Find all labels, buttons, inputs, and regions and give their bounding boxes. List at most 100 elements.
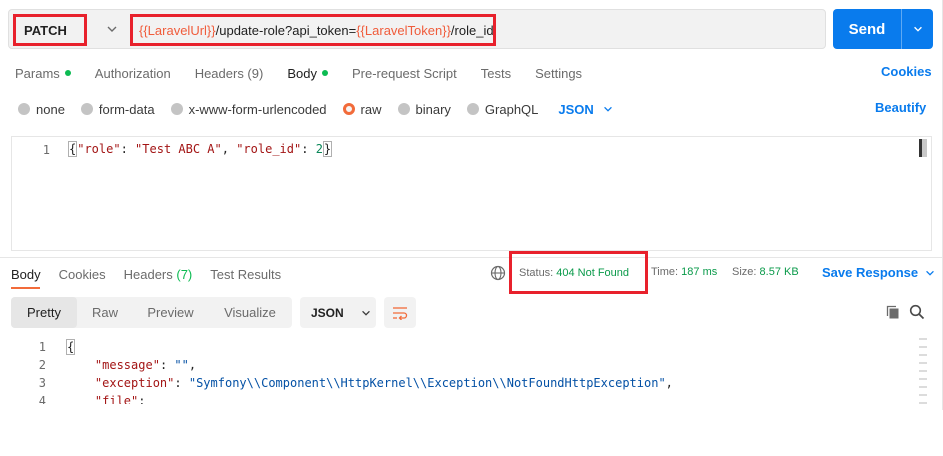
method-select[interactable]: PATCH (13, 14, 87, 46)
response-tab-cookies[interactable]: Cookies (59, 267, 106, 282)
tab-label: Authorization (94, 65, 171, 81)
radio-button[interactable] (18, 103, 30, 115)
tab-label: Body (11, 266, 41, 282)
code-token: "" (174, 358, 189, 372)
method-label: PATCH (24, 22, 67, 38)
code-token: { (66, 339, 76, 355)
response-tab-body[interactable]: Body (11, 267, 41, 282)
url-variable: {{LaravelToken}} (356, 22, 451, 38)
code-line: {"role": "Test ABC A", "role_id": 2} (68, 141, 333, 157)
editor-scrollbar[interactable] (919, 139, 927, 157)
tab-authorization[interactable]: Authorization (95, 64, 171, 82)
code-token: : (174, 376, 189, 390)
response-time: Time: 187 ms (651, 266, 717, 278)
globe-icon[interactable] (490, 265, 506, 281)
radio-button[interactable] (342, 103, 355, 115)
body-type-options: none form-data x-www-form-urlencoded raw bin… (18, 100, 614, 118)
body-format-label: JSON (558, 101, 594, 117)
code-token: "role" (77, 142, 121, 156)
tab-tests[interactable]: Tests (481, 64, 511, 82)
code-token: { (68, 141, 78, 157)
body-type-none[interactable]: none (18, 102, 65, 117)
chevron-down-icon (603, 106, 612, 112)
tab-label: Body (287, 65, 317, 81)
request-tabs: Params Authorization Headers (9) Body Pre-re… (15, 64, 606, 82)
url-input[interactable]: {{LaravelUrl}}/update-role?api_token= {{L… (130, 14, 496, 46)
body-type-raw[interactable]: raw (342, 101, 382, 117)
response-tab-test-results[interactable]: Test Results (210, 267, 281, 282)
radio-label: none (36, 101, 65, 117)
save-response-button[interactable]: Save Response (822, 265, 936, 280)
view-raw[interactable]: Raw (77, 297, 133, 328)
copy-icon[interactable] (885, 304, 901, 320)
code-token: "Test ABC A" (135, 142, 222, 156)
tab-settings[interactable]: Settings (535, 64, 582, 82)
body-type-x-www-form-urlencoded[interactable]: x-www-form-urlencoded (170, 101, 327, 117)
send-label: Send (848, 20, 886, 38)
line-number: 2 (38, 358, 46, 372)
line-code: "exception": "Symfony\\Component\\HttpKe… (66, 376, 673, 390)
radio-button[interactable] (170, 103, 183, 115)
status-dot-icon (64, 70, 71, 76)
body-type-form-data[interactable]: form-data (80, 102, 155, 117)
response-tabs: Body Cookies Headers (7) Test Results (11, 265, 299, 283)
code-token: , (221, 142, 237, 156)
tab-label: Headers (123, 266, 173, 282)
response-body[interactable]: 1 {2 "message": "", 3 "exception": "Symfon… (0, 338, 933, 404)
tab-label: Test Results (210, 266, 282, 282)
active-tab-indicator (11, 287, 40, 289)
size-label: Size: (732, 266, 757, 278)
body-type-graphql[interactable]: GraphQL (466, 101, 539, 117)
send-options-chevron-icon[interactable] (902, 23, 933, 35)
line-number: 1 (38, 340, 46, 354)
radio-label: x-www-form-urlencoded (188, 101, 327, 117)
line-number: 3 (38, 376, 46, 390)
view-preview[interactable]: Preview (133, 297, 208, 328)
code-token: "Symfony\\Component\\HttpKernel\\Excepti… (188, 376, 666, 390)
time-label: Time: (651, 266, 679, 278)
tab-body[interactable]: Body (287, 64, 328, 82)
beautify-link[interactable]: Beautify (875, 100, 926, 115)
code-token: "message" (94, 358, 160, 372)
chevron-down-icon (926, 270, 934, 276)
radio-label: GraphQL (484, 101, 539, 117)
response-format-select[interactable]: JSON (300, 297, 376, 328)
search-icon[interactable] (909, 304, 925, 320)
wrap-lines-button[interactable] (384, 297, 416, 328)
tab-count: (7) (176, 266, 193, 282)
send-button[interactable]: Send (833, 9, 933, 49)
view-pretty[interactable]: Pretty (11, 297, 77, 328)
status-badge: Status: 404 Not Found (509, 251, 648, 294)
url-text: /update-role?api_token= (215, 22, 357, 38)
line-code: { (66, 339, 76, 355)
radio-button[interactable] (397, 103, 410, 115)
code-token: 2 (315, 142, 323, 156)
radio-label: raw (360, 101, 382, 117)
line-code: "message": "", (66, 358, 196, 372)
tab-label: Params (15, 65, 60, 81)
tab-label: Headers (9) (194, 65, 264, 81)
chevron-down-icon[interactable] (105, 22, 119, 36)
cookies-link[interactable]: Cookies (881, 64, 932, 79)
code-token: "exception" (94, 376, 175, 390)
code-token: : (138, 394, 146, 404)
tab-label: Tests (480, 65, 512, 81)
radio-button[interactable] (466, 103, 479, 115)
request-url-bar: PATCH {{LaravelUrl}}/update-role?api_tok… (8, 9, 826, 49)
view-visualize[interactable]: Visualize (208, 297, 292, 328)
request-body-editor[interactable]: 1 {"role": "Test ABC A", "role_id": 2} (11, 136, 932, 251)
tab-headers[interactable]: Headers (9) (195, 64, 264, 82)
response-scrollbar[interactable] (919, 338, 927, 404)
code-token: : (301, 142, 316, 156)
divider (0, 257, 943, 258)
response-view-toggle: Pretty Raw Preview Visualize (11, 297, 292, 328)
tab-pre-request-script[interactable]: Pre-request Script (352, 64, 457, 82)
tab-params[interactable]: Params (15, 64, 71, 82)
wrap-icon (393, 306, 408, 320)
response-tab-headers[interactable]: Headers (7) (124, 267, 193, 282)
body-format-select[interactable]: JSON (558, 102, 613, 117)
body-type-binary[interactable]: binary (397, 102, 451, 117)
radio-button[interactable] (80, 103, 93, 115)
